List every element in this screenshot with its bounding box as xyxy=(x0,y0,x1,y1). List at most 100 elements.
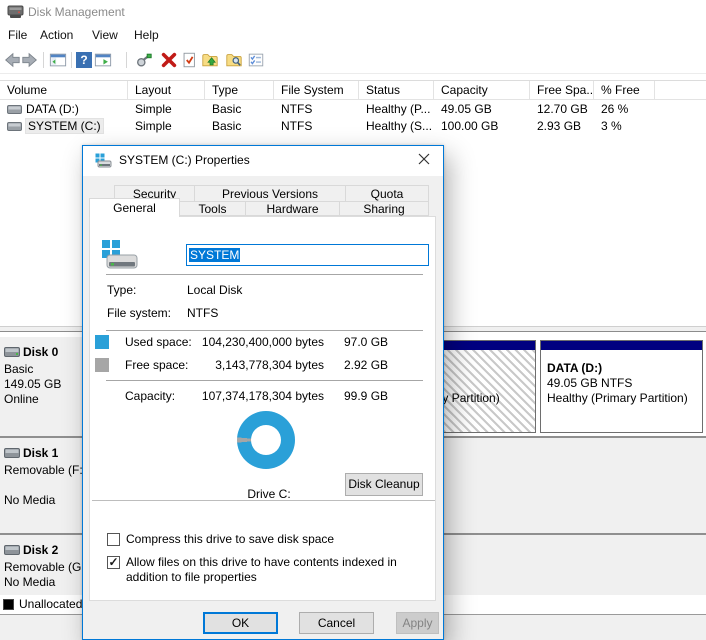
folder-search-icon[interactable] xyxy=(224,50,244,70)
rescan-disks-icon[interactable] xyxy=(134,50,154,70)
index-checkbox[interactable]: ✓ xyxy=(107,556,120,569)
file-system-value: NTFS xyxy=(187,306,218,320)
partition-name: DATA (D:) xyxy=(547,361,602,375)
tab-general[interactable]: General xyxy=(89,198,180,217)
menu-help[interactable]: Help xyxy=(134,28,159,42)
disk-icon xyxy=(4,448,20,458)
file-system-label: File system: xyxy=(107,306,171,320)
used-space-swatch xyxy=(95,335,109,349)
cell-pct-free: 26 % xyxy=(594,101,655,118)
free-space-bytes: 3,143,778,304 bytes xyxy=(194,358,324,372)
cell-free-space: 12.70 GB xyxy=(530,101,594,118)
used-space-bytes: 104,230,400,000 bytes xyxy=(194,335,324,349)
menu-action[interactable]: Action xyxy=(40,28,73,42)
capacity-bytes: 107,374,178,304 bytes xyxy=(194,389,324,403)
separator xyxy=(106,380,423,381)
partition-status: Healthy (Primary Partition) xyxy=(547,391,688,405)
properties-check-icon[interactable] xyxy=(179,50,199,70)
menu-file[interactable]: File xyxy=(8,28,27,42)
checkbox-mark: ✓ xyxy=(108,555,118,569)
dialog-title: SYSTEM (C:) Properties xyxy=(119,153,250,167)
col-type[interactable]: Type xyxy=(205,81,274,100)
toolbar-separator xyxy=(43,52,44,68)
tab-sharing[interactable]: Sharing xyxy=(339,201,429,216)
cell-file-system: NTFS xyxy=(274,118,359,135)
volume-list-header: Volume Layout Type File System Status Ca… xyxy=(0,81,706,100)
close-icon[interactable] xyxy=(407,147,441,171)
disk-name: Disk 0 xyxy=(23,345,58,359)
volume-icon xyxy=(7,105,22,114)
drive-icon-large xyxy=(101,239,139,273)
dialog-titlebar[interactable]: SYSTEM (C:) Properties xyxy=(83,146,443,176)
col-volume[interactable]: Volume xyxy=(0,81,128,100)
toolbar-separator xyxy=(126,52,127,68)
drive-usage-donut xyxy=(237,411,295,469)
donut-hole xyxy=(251,425,281,455)
col-layout[interactable]: Layout xyxy=(128,81,205,100)
disk-icon xyxy=(4,545,20,555)
col-status[interactable]: Status xyxy=(359,81,434,100)
show-action-pane-icon[interactable] xyxy=(93,50,113,70)
disk-name: Disk 2 xyxy=(23,543,58,557)
ok-button[interactable]: OK xyxy=(203,612,278,634)
drive-icon xyxy=(95,153,112,169)
index-checkbox-label[interactable]: Allow files on this drive to have conten… xyxy=(126,555,438,585)
cell-file-system: NTFS xyxy=(274,101,359,118)
col-capacity[interactable]: Capacity xyxy=(434,81,530,100)
help-icon[interactable]: ? xyxy=(74,50,94,70)
folder-up-icon[interactable] xyxy=(200,50,220,70)
cell-free-space: 2.93 GB xyxy=(530,118,594,135)
col-pct-free[interactable]: % Free xyxy=(594,81,655,100)
disk-management-window: Disk Management File Action View Help ? xyxy=(0,0,706,640)
capacity-label: Capacity: xyxy=(125,389,175,403)
app-icon xyxy=(7,5,24,19)
delete-volume-icon[interactable] xyxy=(159,50,179,70)
window-title: Disk Management xyxy=(28,5,125,19)
cell-status: Healthy (P... xyxy=(359,101,434,118)
primary-partition-bar xyxy=(541,341,702,350)
col-filler xyxy=(655,81,706,100)
drive-label: Drive C: xyxy=(224,487,314,501)
disk-name: Disk 1 xyxy=(23,446,58,460)
free-space-gb: 2.92 GB xyxy=(344,358,388,372)
show-console-tree-icon[interactable] xyxy=(48,50,68,70)
partition-size: 49.05 GB NTFS xyxy=(547,376,632,390)
type-value: Local Disk xyxy=(187,283,242,297)
compress-checkbox[interactable] xyxy=(107,533,120,546)
col-free-space[interactable]: Free Spa... xyxy=(530,81,594,100)
table-row-system[interactable]: SYSTEM (C:) Simple Basic NTFS Healthy (S… xyxy=(0,118,706,135)
volume-name-selected: SYSTEM (C:) xyxy=(26,119,103,133)
cancel-button[interactable]: Cancel xyxy=(299,612,374,634)
cell-capacity: 49.05 GB xyxy=(434,101,530,118)
tab-tools[interactable]: Tools xyxy=(179,201,246,216)
toolbar-separator xyxy=(71,52,72,68)
volume-label-input[interactable]: SYSTEM xyxy=(186,244,429,266)
table-row-data[interactable]: DATA (D:) Simple Basic NTFS Healthy (P..… xyxy=(0,101,706,118)
back-icon[interactable] xyxy=(2,50,22,70)
tab-previous-versions[interactable]: Previous Versions xyxy=(194,185,346,202)
apply-button[interactable]: Apply xyxy=(396,612,439,634)
toolbar: ? xyxy=(0,47,706,74)
cell-type: Basic xyxy=(205,101,274,118)
cell-pct-free: 3 % xyxy=(594,118,655,135)
separator xyxy=(106,330,423,331)
tab-hardware[interactable]: Hardware xyxy=(245,201,340,216)
unallocated-swatch xyxy=(3,599,14,610)
disk-cleanup-button[interactable]: Disk Cleanup xyxy=(345,473,423,496)
forward-icon[interactable] xyxy=(20,50,40,70)
legend-unallocated-label: Unallocated xyxy=(19,597,82,611)
volume-name: DATA (D:) xyxy=(26,102,79,116)
partition-data[interactable]: DATA (D:) 49.05 GB NTFS Healthy (Primary… xyxy=(540,340,703,433)
col-file-system[interactable]: File System xyxy=(274,81,359,100)
tab-quota[interactable]: Quota xyxy=(345,185,429,202)
properties-dialog: SYSTEM (C:) Properties Security Previous… xyxy=(82,145,444,640)
type-label: Type: xyxy=(107,283,136,297)
capacity-gb: 99.9 GB xyxy=(344,389,388,403)
checklist-icon[interactable] xyxy=(246,50,266,70)
cell-capacity: 100.00 GB xyxy=(434,118,530,135)
menu-view[interactable]: View xyxy=(92,28,118,42)
used-space-gb: 97.0 GB xyxy=(344,335,388,349)
compress-checkbox-label[interactable]: Compress this drive to save disk space xyxy=(126,532,426,547)
volume-icon xyxy=(7,122,22,131)
cell-type: Basic xyxy=(205,118,274,135)
